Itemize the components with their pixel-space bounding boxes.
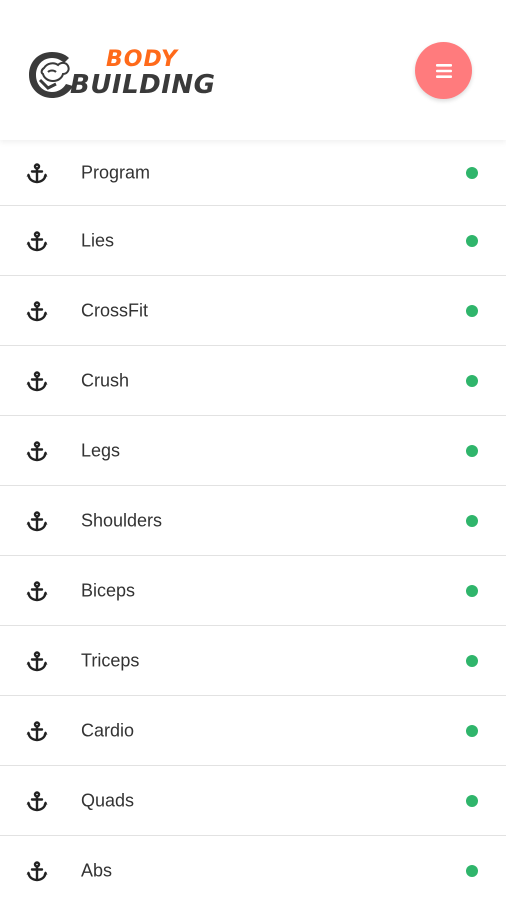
list-item-legs[interactable]: Legs: [0, 416, 506, 486]
status-dot: [466, 864, 478, 877]
anchor-icon: [26, 230, 48, 251]
hamburger-icon: [435, 63, 452, 78]
app-header: BODY BUILDING: [0, 0, 506, 140]
anchor-icon: [26, 300, 48, 321]
list-item-label: Abs: [81, 860, 113, 880]
list-item-quads[interactable]: Quads: [0, 766, 506, 836]
list-item-abs[interactable]: Abs: [0, 836, 506, 900]
list-item-cardio[interactable]: Cardio: [0, 696, 506, 766]
status-dot: [466, 234, 478, 247]
list-item-label: Lies: [81, 230, 115, 250]
list-item-label: CrossFit: [81, 300, 148, 320]
menu-button[interactable]: [415, 42, 472, 99]
list-item-triceps[interactable]: Triceps: [0, 626, 506, 696]
category-list: Program Lies CrossFit Crush Legs Shoulde…: [0, 140, 506, 900]
list-item-label: Program: [81, 162, 151, 182]
status-dot: [466, 514, 478, 527]
anchor-icon: [26, 510, 48, 531]
app-screen: BODY BUILDING Program Lies CrossFit Crus…: [0, 0, 506, 900]
list-item-label: Crush: [81, 370, 130, 390]
anchor-icon: [26, 650, 48, 671]
list-item-label: Legs: [81, 440, 121, 460]
list-item-shoulders[interactable]: Shoulders: [0, 486, 506, 556]
status-dot: [466, 584, 478, 597]
list-item-label: Shoulders: [81, 510, 163, 530]
status-dot: [466, 374, 478, 387]
list-item-crossfit[interactable]: CrossFit: [0, 276, 506, 346]
status-dot: [466, 654, 478, 667]
anchor-icon: [26, 440, 48, 461]
status-dot: [466, 444, 478, 457]
status-dot: [466, 724, 478, 737]
status-dot: [466, 794, 478, 807]
list-item-label: Cardio: [81, 720, 135, 740]
logo-word-building: BUILDING: [70, 70, 216, 100]
anchor-icon: [26, 720, 48, 741]
list-item-crush[interactable]: Crush: [0, 346, 506, 416]
anchor-icon: [26, 860, 48, 881]
status-dot: [466, 166, 478, 179]
list-item-program[interactable]: Program: [0, 140, 506, 206]
list-item-lies[interactable]: Lies: [0, 206, 506, 276]
list-item-label: Quads: [81, 790, 135, 810]
anchor-icon: [26, 790, 48, 811]
anchor-icon: [26, 162, 48, 183]
list-item-label: Triceps: [81, 650, 140, 670]
list-item-biceps[interactable]: Biceps: [0, 556, 506, 626]
anchor-icon: [26, 580, 48, 601]
list-item-label: Biceps: [81, 580, 136, 600]
anchor-icon: [26, 370, 48, 391]
bodybuilding-logo[interactable]: BODY BUILDING: [26, 44, 236, 106]
status-dot: [466, 304, 478, 317]
logo-word-body: BODY: [106, 47, 178, 72]
